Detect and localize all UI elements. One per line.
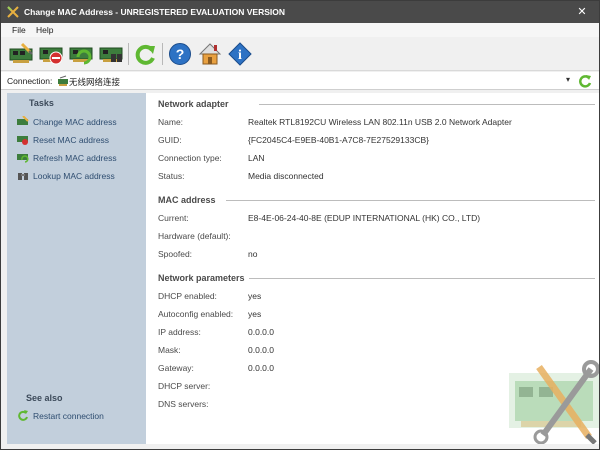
app-window: Change MAC Address - UNREGISTERED EVALUA… [0,0,600,450]
task-reset-mac[interactable]: Reset MAC address [17,134,109,148]
current-mac-label: Current: [158,213,189,223]
connection-type-label: Connection type: [158,153,222,163]
hardware-mac-label: Hardware (default): [158,231,231,241]
toolbar-separator [128,43,129,65]
connection-type-value: LAN [248,153,265,163]
network-adapter-icon [58,75,68,86]
menu-help[interactable]: Help [36,25,53,35]
task-label: Restart connection [33,411,104,421]
task-label: Change MAC address [33,117,117,127]
restart-connection-icon[interactable] [133,42,159,66]
home-icon[interactable] [197,42,223,66]
lookup-mac-icon[interactable] [98,42,124,66]
task-restart-connection[interactable]: Restart connection [17,410,104,424]
details-panel: Network adapter Name: Realtek RTL8192CU … [146,93,599,444]
reset-mac-icon [17,136,28,145]
adapter-name-value: Realtek RTL8192CU Wireless LAN 802.11n U… [248,117,512,127]
spoofed-label: Spoofed: [158,249,193,259]
info-icon[interactable]: i [227,42,253,66]
network-adapter-header: Network adapter [158,99,229,109]
dhcp-server-label: DHCP server: [158,381,211,391]
toolbar-separator [162,43,163,65]
refresh-mac-icon[interactable] [68,42,94,66]
chevron-down-icon[interactable]: ▾ [566,75,570,84]
help-icon[interactable]: ? [167,42,193,66]
network-parameters-header: Network parameters [158,273,245,283]
divider [249,278,595,279]
svg-text:?: ? [176,46,185,62]
task-label: Refresh MAC address [33,153,117,163]
menu-bar: File Help [1,23,599,37]
gateway-label: Gateway: [158,363,194,373]
close-window-button[interactable]: ✕ [565,1,599,23]
task-label: Reset MAC address [33,135,110,145]
connection-select[interactable]: 无线网络连接 [69,76,120,88]
tasks-header: Tasks [29,98,54,108]
svg-text:i: i [238,48,242,63]
mac-address-header: MAC address [158,195,216,205]
refresh-mac-icon [17,154,29,163]
change-mac-icon [17,116,29,125]
status-label: Status: [158,171,185,181]
ip-address-value: 0.0.0.0 [248,327,274,337]
refresh-connections-icon[interactable] [578,74,592,88]
task-change-mac[interactable]: Change MAC address [17,116,117,130]
mask-value: 0.0.0.0 [248,345,274,355]
dns-servers-label: DNS servers: [158,399,209,409]
mac-tool-icon [7,6,19,18]
current-mac-value: E8-4E-06-24-40-8E (EDUP INTERNATIONAL (H… [248,213,481,223]
connection-label: Connection: [7,76,53,86]
task-refresh-mac[interactable]: Refresh MAC address [17,152,117,166]
autoconfig-label: Autoconfig enabled: [158,309,234,319]
restart-connection-icon [18,410,28,421]
dhcp-enabled-value: yes [248,291,262,301]
guid-value: {FC2045C4-E9EB-40B1-A7C8-7E27529133CB} [248,135,429,145]
dhcp-enabled-label: DHCP enabled: [158,291,217,301]
divider [259,104,595,105]
task-pane: Tasks Change MAC address Reset MAC addre… [7,93,146,444]
spoofed-value: no [248,249,258,259]
change-mac-icon[interactable] [8,42,34,66]
status-value: Media disconnected [248,171,324,181]
autoconfig-value: yes [248,309,262,319]
reset-mac-icon[interactable] [38,42,64,66]
connection-bar[interactable]: Connection: 无线网络连接 ▾ [1,72,599,90]
mask-label: Mask: [158,345,181,355]
task-label: Lookup MAC address [33,171,115,181]
gateway-value: 0.0.0.0 [248,363,274,373]
network-card-tools-icon [509,360,599,444]
toolbar: ? i [1,37,599,71]
name-label: Name: [158,117,184,127]
ip-address-label: IP address: [158,327,201,337]
divider [226,200,595,201]
menu-file[interactable]: File [12,25,26,35]
title-bar[interactable]: Change MAC Address - UNREGISTERED EVALUA… [1,1,599,23]
task-lookup-mac[interactable]: Lookup MAC address [17,170,115,184]
see-also-header: See also [26,393,63,403]
guid-label: GUID: [158,135,182,145]
window-title: Change MAC Address - UNREGISTERED EVALUA… [24,7,286,17]
binoculars-icon [18,173,28,180]
